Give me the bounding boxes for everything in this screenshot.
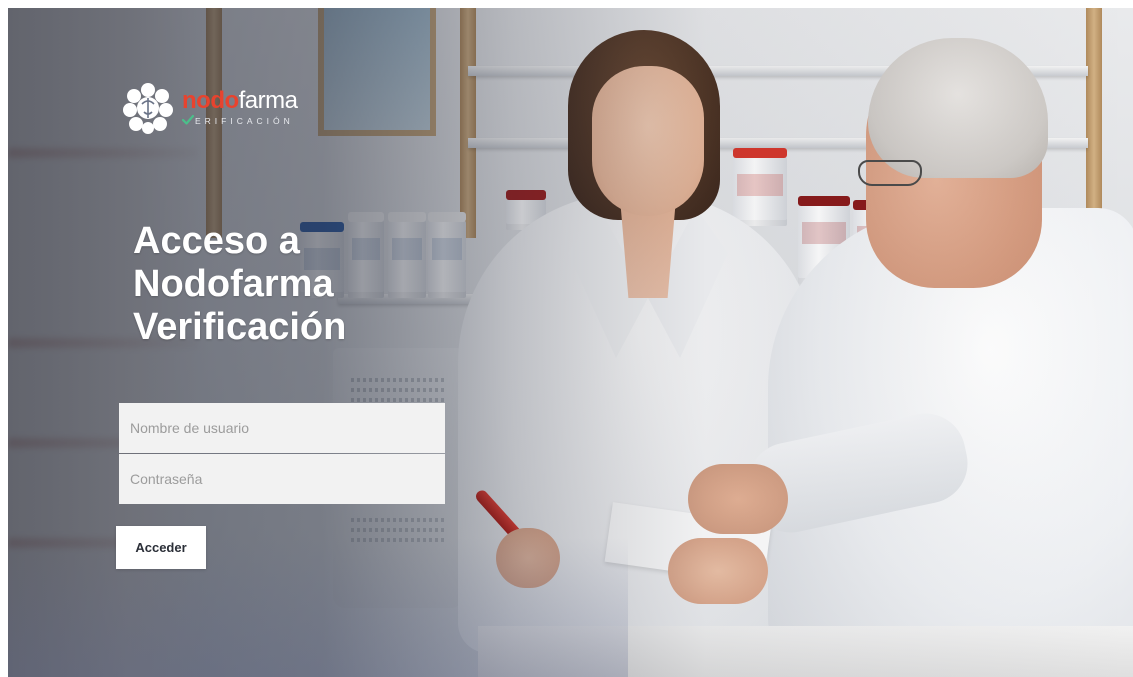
brand-subtitle: ERIFICACIÓN (195, 116, 294, 126)
brand-wordmark: nodofarma (182, 88, 298, 114)
nodofarma-node-cluster-icon (123, 83, 173, 134)
brand-logo: nodofarma ERIFICACIÓN (120, 80, 320, 136)
page-title: Acceso a Nodofarma Verificación (133, 220, 433, 349)
login-page: nodofarma ERIFICACIÓN Acceso a Nodofarma… (8, 8, 1133, 677)
brand-name-rest: farma (238, 87, 298, 114)
title-line: Verificación (133, 306, 347, 348)
title-line: Nodofarma (133, 263, 334, 305)
brand-name-accent: nodo (182, 87, 239, 114)
password-input[interactable] (119, 454, 445, 504)
username-input[interactable] (119, 403, 445, 453)
check-icon (182, 114, 194, 125)
login-button[interactable]: Acceder (116, 526, 206, 569)
title-line: Acceso a (133, 220, 300, 262)
bottom-overlay (8, 537, 628, 677)
